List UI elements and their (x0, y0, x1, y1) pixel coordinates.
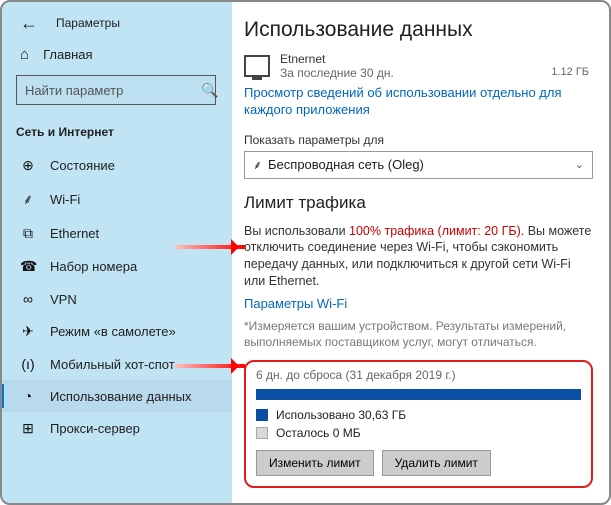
limit-description: Вы использовали 100% трафика (лимит: 20 … (244, 223, 593, 291)
adapter-label: Etnernet (280, 52, 394, 66)
sidebar-item-label: Использование данных (50, 389, 192, 404)
adapter-sublabel: За последние 30 дн. (280, 66, 394, 80)
sidebar-item-label: Состояние (50, 158, 115, 173)
wifi-icon: ⸙ (20, 190, 36, 209)
home-icon: ⌂ (20, 46, 29, 63)
legend-left-swatch (256, 427, 268, 439)
sidebar-item-label: Ethernet (50, 226, 99, 241)
annotation-arrow-2 (175, 364, 245, 368)
legend-used-swatch (256, 409, 268, 421)
back-icon[interactable]: ← (20, 14, 38, 32)
sidebar-item-label: Прокси-сервер (50, 421, 140, 436)
page-title: Использование данных (244, 18, 593, 42)
delete-limit-button[interactable]: Удалить лимит (382, 450, 491, 476)
search-icon: 🔍 (201, 82, 218, 99)
network-dropdown[interactable]: ⸙ Беспроводная сеть (Oleg) ⌄ (244, 151, 593, 179)
dialup-icon: ☎ (20, 258, 36, 275)
sidebar-item-label: Набор номера (50, 259, 137, 274)
section-header: Сеть и Интернет (0, 121, 232, 149)
sidebar-item-label: Wi-Fi (50, 192, 80, 207)
legend-used-label: Использовано 30,63 ГБ (276, 408, 406, 422)
usage-bar (256, 389, 581, 400)
total-usage: 1.12 ГБ (551, 66, 589, 78)
reset-countdown: 6 дн. до сброса (31 декабря 2019 г.) (256, 368, 581, 382)
change-limit-button[interactable]: Изменить лимит (256, 450, 374, 476)
window-title: Параметры (56, 16, 120, 30)
limit-box: 6 дн. до сброса (31 декабря 2019 г.) Исп… (244, 360, 593, 488)
sidebar-item-proxy[interactable]: ⊞ Прокси-сервер (0, 412, 232, 445)
sidebar-item-vpn[interactable]: ∞ VPN (0, 283, 232, 315)
proxy-icon: ⊞ (20, 420, 36, 437)
wifi-icon: ⸙ (253, 158, 262, 172)
ethernet-icon: ⧉ (20, 225, 36, 242)
sidebar-item-data-usage[interactable]: ◔ Использование данных (0, 380, 232, 412)
wifi-settings-link[interactable]: Параметры Wi-Fi (244, 296, 593, 313)
home-label: Главная (43, 47, 92, 62)
per-app-link[interactable]: Просмотр сведений об использовании отдел… (244, 85, 593, 119)
legend-left-label: Осталось 0 МБ (276, 426, 361, 440)
measurement-note: *Измеряется вашим устройством. Результат… (244, 319, 593, 350)
home-link[interactable]: ⌂ Главная (0, 40, 232, 69)
sidebar-item-label: VPN (50, 292, 77, 307)
sidebar: ← Параметры ⌂ Главная 🔍 Сеть и Интернет … (0, 0, 232, 505)
chevron-down-icon: ⌄ (575, 158, 584, 171)
show-settings-label: Показать параметры для (244, 133, 593, 147)
sidebar-item-wifi[interactable]: ⸙ Wi-Fi (0, 182, 232, 217)
sidebar-item-label: Мобильный хот-спот (50, 357, 175, 372)
sidebar-item-dialup[interactable]: ☎ Набор номера (0, 250, 232, 283)
main-content: Использование данных Etnernet За последн… (232, 0, 611, 505)
dropdown-value: Беспроводная сеть (Oleg) (268, 157, 424, 172)
limit-title: Лимит трафика (244, 193, 593, 213)
status-icon: ⊕ (20, 157, 36, 174)
sidebar-item-airplane[interactable]: ✈ Режим «в самолете» (0, 315, 232, 348)
sidebar-item-status[interactable]: ⊕ Состояние (0, 149, 232, 182)
search-field[interactable]: 🔍 (16, 75, 216, 105)
data-usage-icon: ◔ (20, 388, 36, 404)
airplane-icon: ✈ (20, 323, 36, 340)
hotspot-icon: (ı) (20, 356, 36, 372)
search-input[interactable] (25, 83, 201, 98)
vpn-icon: ∞ (20, 291, 36, 307)
sidebar-item-label: Режим «в самолете» (50, 324, 176, 339)
ethernet-icon (244, 55, 270, 77)
annotation-arrow-1 (175, 245, 245, 249)
